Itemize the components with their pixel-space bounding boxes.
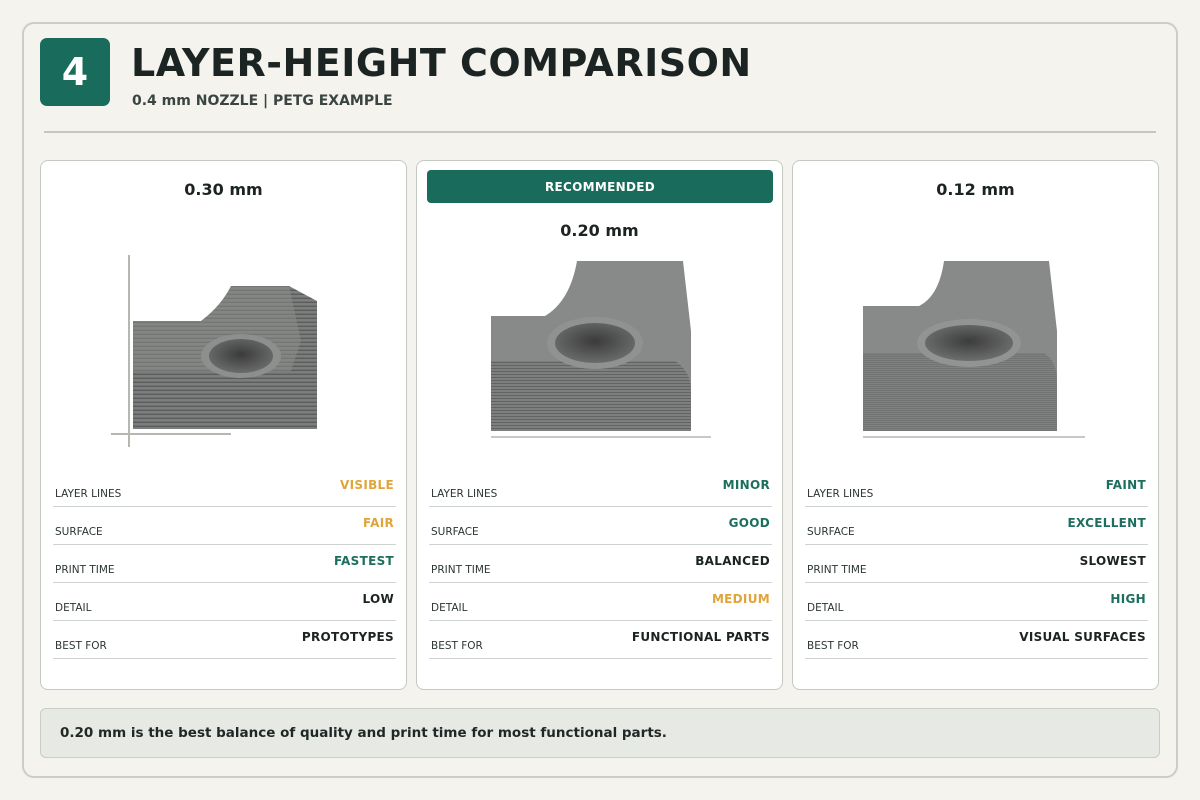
attr-value: MEDIUM	[711, 592, 770, 606]
attr-label: DETAIL	[431, 602, 468, 614]
attr-row-print-time: PRINT TIME FASTEST	[53, 545, 396, 583]
attr-value: MINOR	[722, 478, 770, 492]
header-divider	[44, 131, 1156, 133]
attr-row-best-for: BEST FOR PROTOTYPES	[53, 621, 396, 659]
part-photo-medium	[491, 261, 711, 438]
attribute-list: LAYER LINES MINOR SURFACE GOOD PRINT TIM…	[429, 469, 772, 659]
attr-row-layer-lines: LAYER LINES VISIBLE	[53, 469, 396, 507]
attr-value: EXCELLENT	[1067, 516, 1146, 530]
attr-label: LAYER LINES	[431, 488, 498, 500]
attr-row-surface: SURFACE GOOD	[429, 507, 772, 545]
attr-value: PROTOTYPES	[301, 630, 394, 644]
attr-label: SURFACE	[431, 526, 479, 538]
page-subtitle: 0.4 mm NOZZLE | PETG EXAMPLE	[132, 93, 393, 109]
attr-row-print-time: PRINT TIME SLOWEST	[805, 545, 1148, 583]
card-title: 0.30 mm	[184, 180, 263, 199]
attr-row-detail: DETAIL MEDIUM	[429, 583, 772, 621]
attr-value: FAINT	[1105, 478, 1146, 492]
step-badge: 4	[40, 38, 110, 106]
attr-value: VISIBLE	[340, 478, 394, 492]
attr-label: BEST FOR	[55, 640, 107, 652]
attribute-list: LAYER LINES VISIBLE SURFACE FAIR PRINT T…	[53, 469, 396, 659]
attr-label: PRINT TIME	[431, 564, 491, 576]
attr-row-best-for: BEST FOR VISUAL SURFACES	[805, 621, 1148, 659]
attr-value: LOW	[362, 592, 394, 606]
attr-value: FAIR	[362, 516, 394, 530]
attr-value: VISUAL SURFACES	[1019, 630, 1146, 644]
attr-row-detail: DETAIL LOW	[53, 583, 396, 621]
attr-label: LAYER LINES	[807, 488, 874, 500]
attr-label: LAYER LINES	[55, 488, 122, 500]
attr-value: HIGH	[1110, 592, 1146, 606]
attr-row-print-time: PRINT TIME BALANCED	[429, 545, 772, 583]
step-number: 4	[61, 50, 89, 94]
attr-row-surface: SURFACE EXCELLENT	[805, 507, 1148, 545]
attr-label: SURFACE	[807, 526, 855, 538]
page-title: LAYER-HEIGHT COMPARISON	[131, 41, 752, 85]
card-title: 0.12 mm	[936, 180, 1015, 199]
card-0-20mm: RECOMMENDED 0.20 mm LAYER LINES MINOR SU…	[416, 160, 783, 690]
card-0-12mm: 0.12 mm LAYER LINES FAINT SURFACE EXCELL…	[792, 160, 1159, 690]
summary-note: 0.20 mm is the best balance of quality a…	[40, 708, 1160, 758]
card-0-30mm: 0.30 mm LAYER LINES VISIBLE SURFACE FAIR	[40, 160, 407, 690]
attr-value: FASTEST	[333, 554, 394, 568]
attr-value: FUNCTIONAL PARTS	[631, 630, 770, 644]
recommended-banner: RECOMMENDED	[427, 170, 773, 203]
attr-value: GOOD	[728, 516, 770, 530]
part-photo-coarse	[111, 255, 317, 447]
attr-label: PRINT TIME	[807, 564, 867, 576]
attr-row-surface: SURFACE FAIR	[53, 507, 396, 545]
attr-value: BALANCED	[695, 554, 770, 568]
part-photo-fine	[863, 261, 1085, 438]
attr-row-best-for: BEST FOR FUNCTIONAL PARTS	[429, 621, 772, 659]
attr-label: PRINT TIME	[55, 564, 115, 576]
attr-label: BEST FOR	[431, 640, 483, 652]
attr-label: BEST FOR	[807, 640, 859, 652]
attr-row-layer-lines: LAYER LINES FAINT	[805, 469, 1148, 507]
attr-row-layer-lines: LAYER LINES MINOR	[429, 469, 772, 507]
attr-row-detail: DETAIL HIGH	[805, 583, 1148, 621]
attr-label: DETAIL	[55, 602, 92, 614]
attr-value: SLOWEST	[1079, 554, 1146, 568]
summary-text: 0.20 mm is the best balance of quality a…	[60, 725, 667, 741]
card-title: 0.20 mm	[560, 221, 639, 240]
attr-label: SURFACE	[55, 526, 103, 538]
attribute-list: LAYER LINES FAINT SURFACE EXCELLENT PRIN…	[805, 469, 1148, 659]
attr-label: DETAIL	[807, 602, 844, 614]
